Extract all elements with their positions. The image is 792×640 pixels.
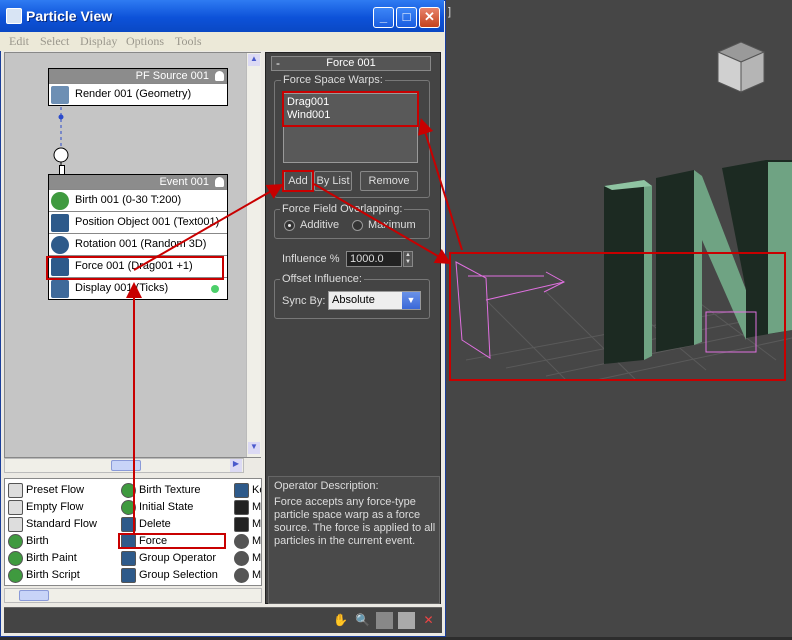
flow-icon xyxy=(8,483,23,498)
material-icon xyxy=(234,517,249,532)
maximize-button[interactable]: □ xyxy=(396,7,417,28)
birth-paint-icon xyxy=(8,551,23,566)
menu-edit[interactable]: Edit xyxy=(9,34,29,49)
menu-bar: Edit Select Display Options Tools xyxy=(0,32,444,51)
node-row-position-object[interactable]: Position Object 001 (Text001) xyxy=(49,211,227,233)
chevron-down-icon[interactable]: ▼ xyxy=(402,292,420,309)
additive-label: Additive xyxy=(300,219,340,231)
initial-state-icon xyxy=(121,500,136,515)
sync-by-label: Sync By: xyxy=(282,295,326,307)
keep-apart-icon xyxy=(234,483,249,498)
highlight-force-depot xyxy=(118,533,226,549)
force-space-warps-label: Force Space Warps: xyxy=(281,74,385,86)
zoom-extents-icon[interactable] xyxy=(398,612,415,629)
material-icon xyxy=(234,551,249,566)
display-color-swatch[interactable] xyxy=(211,285,219,293)
depot-horizontal-scrollbar[interactable] xyxy=(4,588,262,603)
scroll-right-icon[interactable]: ▶ xyxy=(230,459,242,472)
menu-display[interactable]: Display xyxy=(80,34,117,49)
influence-input[interactable]: 1000.0 xyxy=(346,251,402,267)
pan-hand-icon[interactable]: ✋ xyxy=(332,612,349,629)
position-object-icon xyxy=(51,214,69,232)
material-icon xyxy=(234,568,249,583)
remove-button[interactable]: Remove xyxy=(360,171,418,191)
node-row-render[interactable]: Render 001 (Geometry) xyxy=(49,83,227,105)
additive-radio[interactable] xyxy=(284,220,295,231)
overlap-label: Force Field Overlapping: xyxy=(280,203,405,215)
maximum-label: Maximum xyxy=(368,219,416,231)
highlight-warp-list xyxy=(282,91,419,127)
rotation-icon xyxy=(51,236,69,254)
birth-script-icon xyxy=(8,568,23,583)
rollup-header-force[interactable]: Force 001 xyxy=(271,56,431,71)
event-header: Event 001 xyxy=(159,176,209,188)
birth-icon xyxy=(51,192,69,210)
scroll-down-icon[interactable]: ▼ xyxy=(248,442,260,454)
scroll-thumb[interactable] xyxy=(19,590,49,601)
minimize-button[interactable]: _ xyxy=(373,7,394,28)
menu-select[interactable]: Select xyxy=(40,34,69,49)
scroll-up-icon[interactable]: ▲ xyxy=(248,54,260,66)
material-icon xyxy=(234,500,249,515)
title-bar[interactable]: Particle View _ □ ✕ xyxy=(0,0,444,32)
influence-label: Influence % xyxy=(282,253,340,265)
birth-icon xyxy=(8,534,23,549)
influence-spinner-icon[interactable]: ▲ ▼ xyxy=(403,251,413,267)
maximum-radio[interactable] xyxy=(352,220,363,231)
menu-options[interactable]: Options xyxy=(126,34,164,49)
flow-icon xyxy=(8,500,23,515)
lightbulb-icon[interactable] xyxy=(215,71,224,81)
particle-diagram[interactable]: PF Source 001 Render 001 (Geometry) Even… xyxy=(4,52,261,458)
flow-icon xyxy=(8,517,23,532)
menu-tools[interactable]: Tools xyxy=(175,34,202,49)
birth-texture-icon xyxy=(121,483,136,498)
no-zoom-icon[interactable]: ✕ xyxy=(420,612,437,629)
pf-source-node[interactable]: PF Source 001 Render 001 (Geometry) xyxy=(48,68,228,106)
node-row-display[interactable]: Display 001 (Ticks) xyxy=(49,277,227,299)
offset-influence-label: Offset Influence: xyxy=(280,273,364,285)
node-row-birth[interactable]: Birth 001 (0-30 T:200) xyxy=(49,189,227,211)
diagram-horizontal-scrollbar[interactable] xyxy=(4,458,244,473)
highlight-viewport-region xyxy=(449,252,786,381)
viewport-label: ] xyxy=(448,6,452,18)
zoom-icon[interactable]: 🔍 xyxy=(354,612,371,629)
render-icon xyxy=(51,86,69,104)
operator-depot[interactable]: Preset Flow Empty Flow Standard Flow Bir… xyxy=(4,478,262,586)
zoom-region-icon[interactable] xyxy=(376,612,393,629)
app-icon xyxy=(6,8,22,24)
operator-description-title: Operator Description: xyxy=(274,480,379,492)
window-title: Particle View xyxy=(26,8,113,24)
close-button[interactable]: ✕ xyxy=(419,7,440,28)
pf-source-header: PF Source 001 xyxy=(135,70,209,82)
group-operator-icon xyxy=(121,551,136,566)
highlight-add-button xyxy=(282,170,314,192)
operator-description-text: Force accepts any force-type particle sp… xyxy=(274,496,436,547)
viewcube-icon[interactable] xyxy=(716,41,766,93)
highlight-force-row xyxy=(46,256,224,280)
rollup-collapse-toggle[interactable]: - xyxy=(276,56,280,70)
scroll-thumb[interactable] xyxy=(111,460,141,471)
by-list-button[interactable]: By List xyxy=(314,171,352,191)
event-node[interactable]: Event 001 Birth 001 (0-30 T:200) Positio… xyxy=(48,174,228,300)
group-selection-icon xyxy=(121,568,136,583)
display-icon xyxy=(51,280,69,298)
diagram-vertical-scrollbar[interactable]: ▲ ▼ xyxy=(246,53,261,457)
delete-icon xyxy=(121,517,136,532)
lightbulb-icon[interactable] xyxy=(215,177,224,187)
node-row-rotation[interactable]: Rotation 001 (Random 3D) xyxy=(49,233,227,255)
material-icon xyxy=(234,534,249,549)
